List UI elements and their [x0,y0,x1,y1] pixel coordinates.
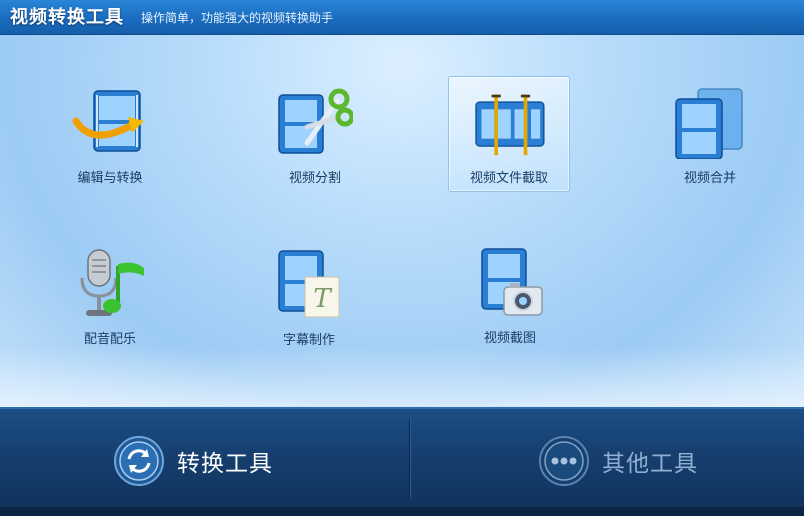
film-subtitle-icon: T [278,250,340,318]
bottom-nav: 转换工具 其他工具 [0,407,804,509]
more-icon [539,436,589,486]
film-camera-icon [481,248,543,316]
microphone-music-icon [80,249,144,316]
nav-other-tools[interactable]: 其他工具 [538,431,738,487]
tool-label: 视频分割 [288,171,341,186]
app-window: 视频转换工具 操作简单，功能强大的视频转换助手 编辑与转换 视频分割 视频文件截… [0,0,804,516]
status-bar [0,507,804,516]
tool-video-screenshot[interactable]: 视频截图 [450,239,570,353]
tool-video-clip[interactable]: 视频文件截取 [448,76,570,192]
refresh-icon [114,436,164,486]
film-arrow-icon [72,90,144,152]
tool-video-merge[interactable]: 视频合并 [650,79,770,193]
nav-convert-tools[interactable]: 转换工具 [113,431,313,487]
tool-subtitle[interactable]: T 字幕制作 [249,241,369,355]
title-bar: 视频转换工具 操作简单，功能强大的视频转换助手 [0,0,804,35]
nav-divider [409,419,410,499]
tool-video-split[interactable]: 视频分割 [255,79,375,193]
film-scissors-icon [278,88,353,154]
tool-label: 视频合并 [683,171,736,186]
tool-label: 视频文件截取 [469,171,548,186]
app-subtitle: 操作简单，功能强大的视频转换助手 [141,11,334,25]
tool-label: 视频截图 [483,331,536,346]
nav-convert-label: 转换工具 [177,451,273,477]
app-title: 视频转换工具 [10,7,124,28]
tool-dub-music[interactable]: 配音配乐 [50,240,170,354]
tool-label: 编辑与转换 [77,171,143,186]
tool-panel: 编辑与转换 视频分割 视频文件截取 视频合并 配音配乐 T 字幕制作 视频截图 [0,35,804,407]
film-merge-icon [675,88,743,159]
film-clip-icon [475,94,545,156]
svg-text:T: T [313,284,332,314]
tool-edit-convert[interactable]: 编辑与转换 [50,79,170,193]
tool-label: 字幕制作 [282,333,335,348]
tool-label: 配音配乐 [83,332,136,347]
nav-other-label: 其他工具 [602,451,698,477]
